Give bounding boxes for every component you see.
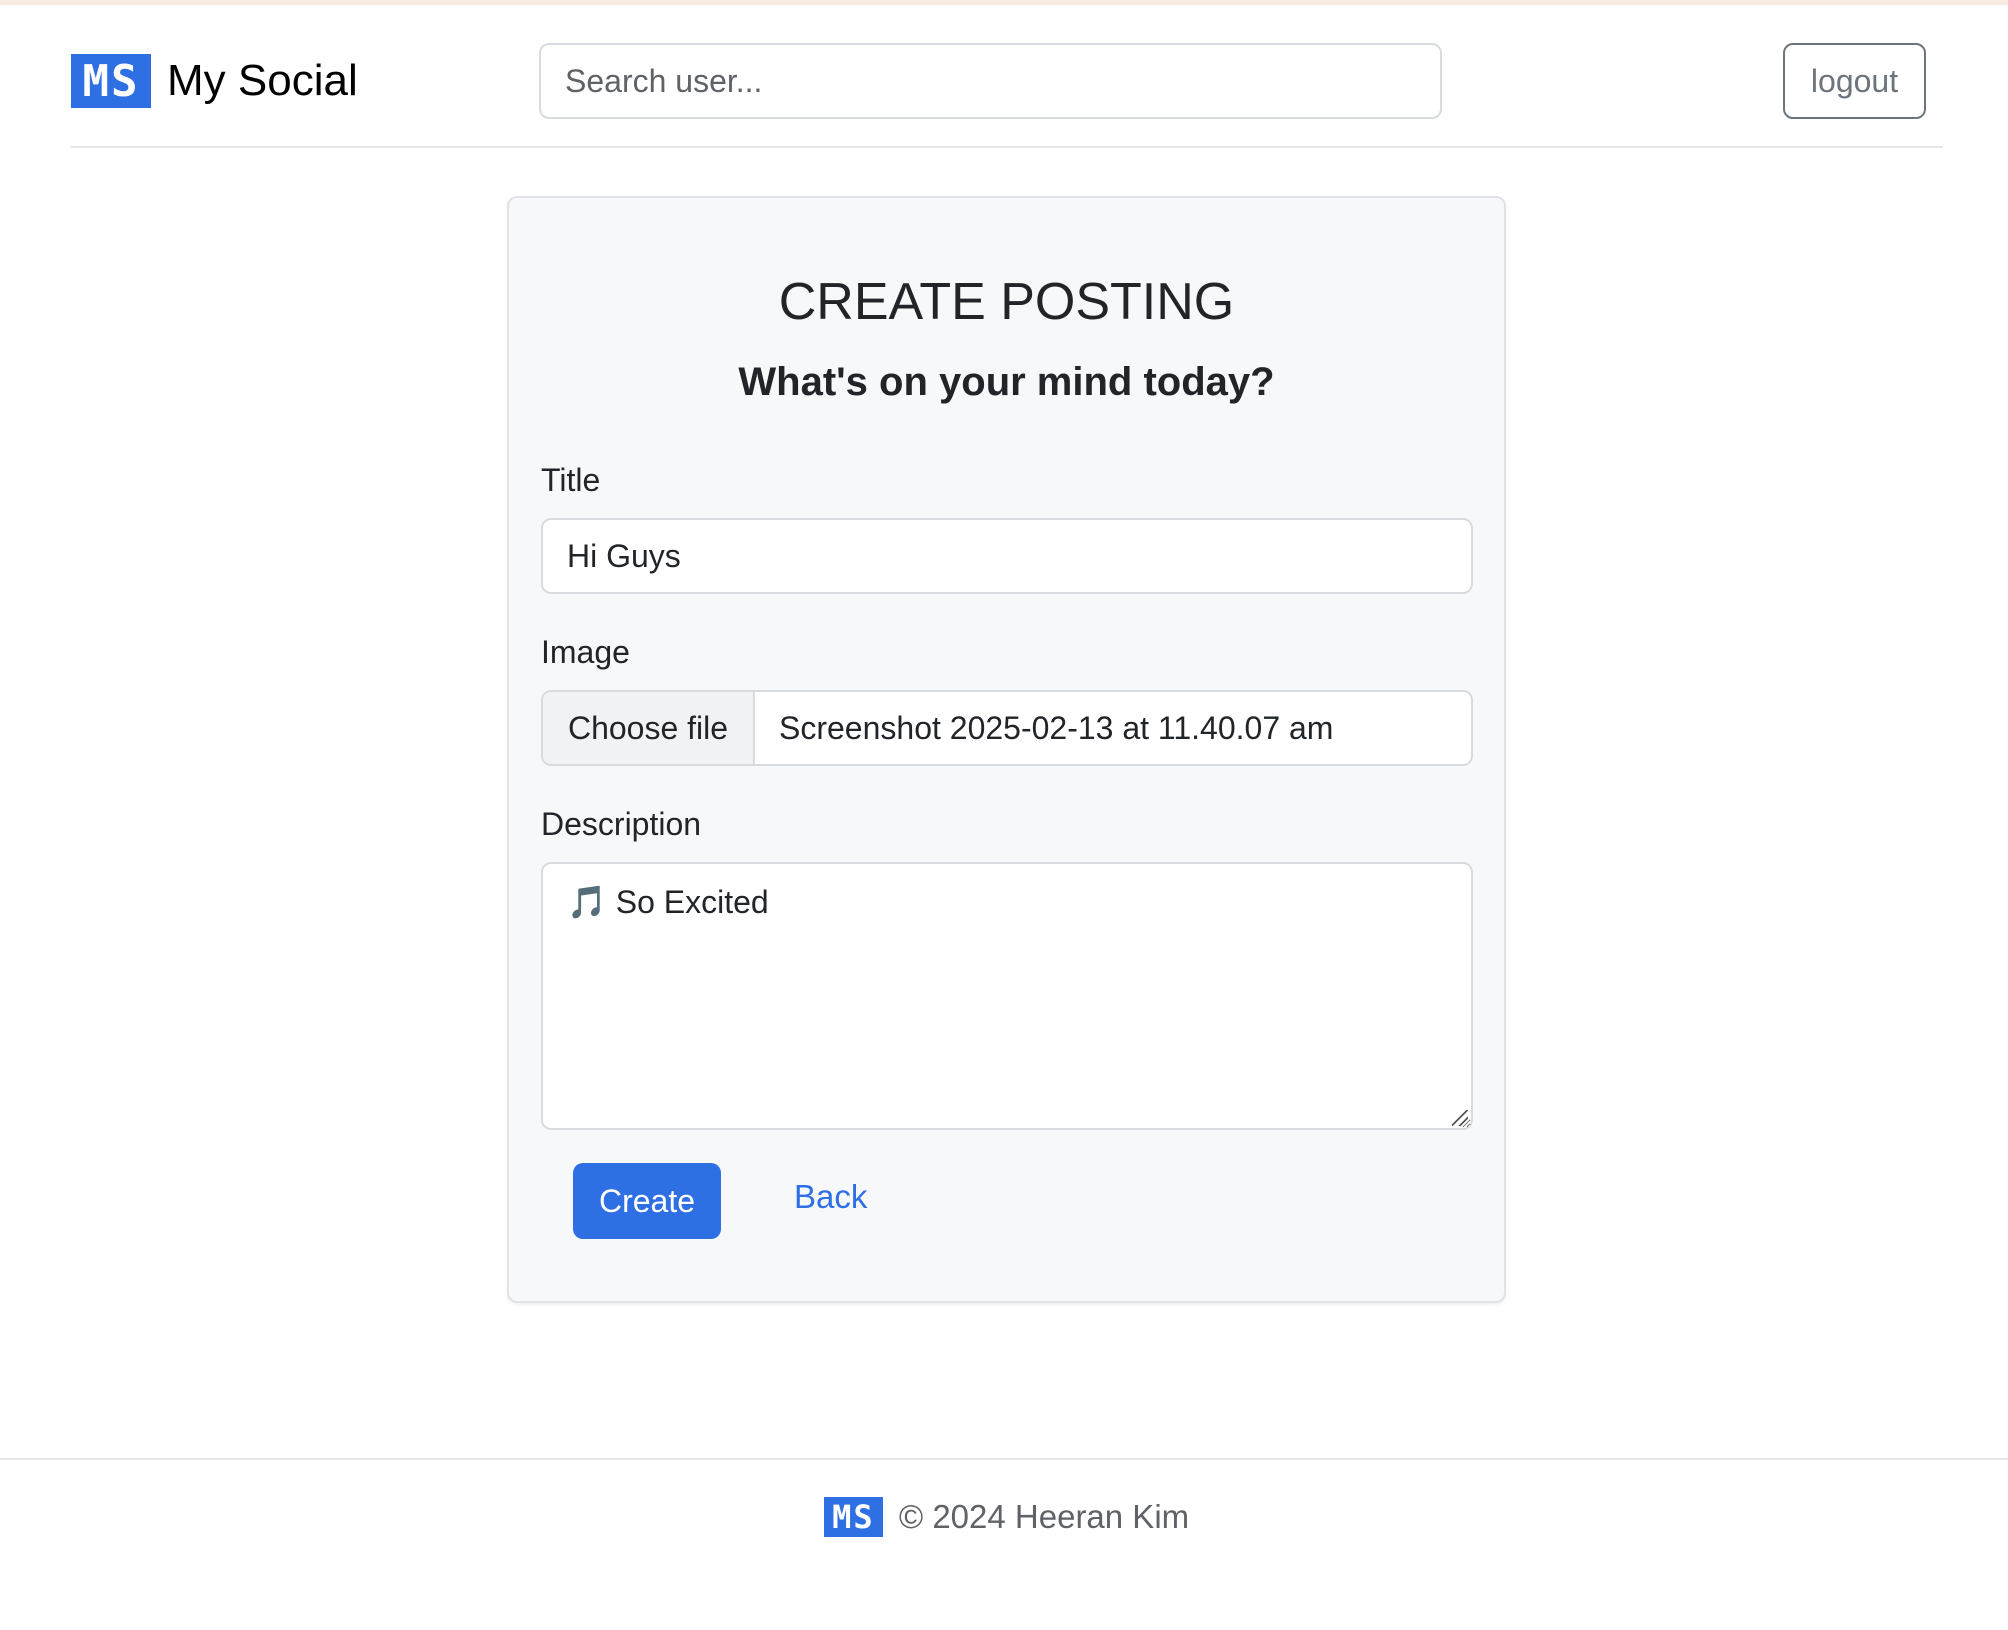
choose-file-button[interactable]: Choose file bbox=[543, 692, 755, 764]
create-button[interactable]: Create bbox=[573, 1163, 721, 1239]
selected-file-name: Screenshot 2025-02-13 at 11.40.07 am bbox=[779, 709, 1334, 746]
search-input[interactable] bbox=[539, 43, 1442, 119]
page-subtitle: What's on your mind today? bbox=[738, 360, 1275, 404]
navbar-divider bbox=[71, 146, 1943, 148]
footer: MS © 2024 Heeran Kim bbox=[0, 1495, 2008, 1539]
footer-logo-icon: MS bbox=[823, 1497, 883, 1537]
brand-link[interactable]: MS My Social bbox=[71, 53, 358, 109]
title-input[interactable] bbox=[541, 518, 1473, 594]
resize-handle-icon[interactable] bbox=[1452, 1110, 1468, 1126]
footer-copyright: © 2024 Heeran Kim bbox=[898, 1498, 1190, 1535]
description-label: Description bbox=[541, 806, 702, 842]
description-textarea[interactable]: 🎵 So Excited bbox=[541, 862, 1473, 1130]
navbar: MS My Social logout bbox=[0, 5, 2008, 147]
logo-icon: MS bbox=[71, 54, 151, 108]
logout-button[interactable]: logout bbox=[1783, 43, 1926, 119]
footer-divider bbox=[0, 1458, 2008, 1460]
image-label: Image bbox=[541, 634, 630, 670]
page-title: CREATE POSTING bbox=[778, 273, 1235, 331]
brand-name: My Social bbox=[167, 56, 358, 105]
back-link[interactable]: Back bbox=[794, 1178, 867, 1216]
image-file-input[interactable]: Choose file Screenshot 2025-02-13 at 11.… bbox=[541, 690, 1473, 766]
title-label: Title bbox=[541, 462, 601, 498]
